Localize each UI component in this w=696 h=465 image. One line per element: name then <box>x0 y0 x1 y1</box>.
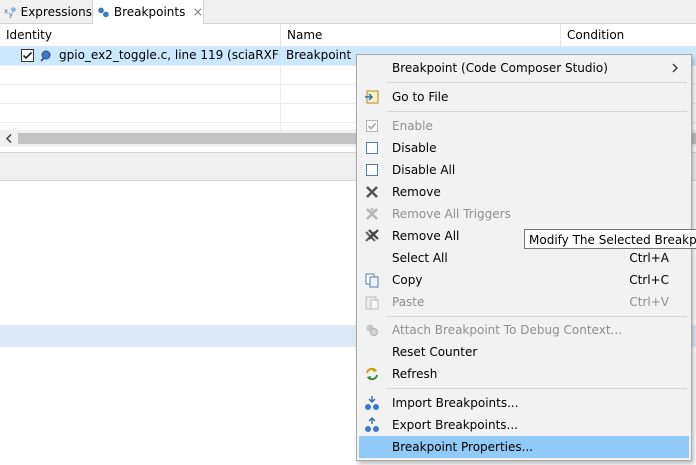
remove-triggers-icon <box>366 208 378 220</box>
remove-icon <box>366 186 378 198</box>
menu-item-disable[interactable]: Disable <box>359 137 689 159</box>
menu-item-label: Select All <box>392 251 448 265</box>
export-icon <box>365 417 379 432</box>
menu-item-remove[interactable]: Remove <box>359 181 689 203</box>
expressions-icon: x y <box>4 6 16 18</box>
remove-all-icon <box>365 229 379 242</box>
menu-item-label: Import Breakpoints... <box>392 396 519 410</box>
menu-item-refresh[interactable]: Refresh <box>359 363 689 385</box>
menu-item-label: Breakpoint (Code Composer Studio) <box>392 61 608 75</box>
menu-item-disable-all[interactable]: Disable All <box>359 159 689 181</box>
checkbox-empty-icon <box>366 164 378 176</box>
menu-item-label: Breakpoint Properties... <box>392 440 534 454</box>
menu-item-label: Remove All <box>392 229 460 243</box>
menu-item-remove-all-triggers[interactable]: Remove All Triggers <box>359 203 689 225</box>
breakpoint-identity: gpio_ex2_toggle.c, line 119 (sciaRXFIFOI… <box>59 48 280 62</box>
menu-item-label: Attach Breakpoint To Debug Context... <box>392 323 622 337</box>
column-name[interactable]: Name <box>281 24 560 46</box>
menu-item-select-all[interactable]: Select All Ctrl+A <box>359 247 689 269</box>
menu-item-label: Remove <box>392 185 441 199</box>
menu-item-label: Remove All Triggers <box>392 207 511 221</box>
menu-item-reset-counter[interactable]: Reset Counter <box>359 341 689 363</box>
menu-item-label: Copy <box>392 273 423 287</box>
checkbox-checked-icon[interactable] <box>21 49 34 62</box>
menu-item-breakpoint-properties[interactable]: Breakpoint Properties... <box>359 436 689 458</box>
column-divider <box>280 66 281 130</box>
breakpoint-name: Breakpoint <box>286 48 352 62</box>
menu-item-label: Export Breakpoints... <box>392 418 518 432</box>
scroll-left-icon[interactable] <box>4 133 14 144</box>
column-condition[interactable]: Condition <box>561 24 696 46</box>
menu-item-label: Refresh <box>392 367 438 381</box>
copy-icon <box>365 273 379 288</box>
menu-item-label: Disable All <box>392 163 456 177</box>
menu-item-breakpoint-ccs[interactable]: Breakpoint (Code Composer Studio) <box>359 57 689 79</box>
menu-item-export-breakpoints[interactable]: Export Breakpoints... <box>359 414 689 436</box>
context-menu: Breakpoint (Code Composer Studio) Go to … <box>356 54 692 461</box>
tab-expressions-label: Expressions <box>20 4 92 19</box>
close-icon[interactable] <box>193 6 203 18</box>
attach-icon <box>366 324 378 336</box>
menu-item-copy[interactable]: Copy Ctrl+C <box>359 269 689 291</box>
breakpoint-icon <box>40 50 51 62</box>
svg-text:x: x <box>4 6 8 15</box>
menu-item-go-to-file[interactable]: Go to File <box>359 86 689 108</box>
checkbox-checked-icon <box>366 120 378 132</box>
menu-item-enable[interactable]: Enable <box>359 115 689 137</box>
menu-item-label: Reset Counter <box>392 345 478 359</box>
shortcut-label: Ctrl+V <box>629 295 669 309</box>
refresh-icon <box>366 367 378 381</box>
go-to-file-icon <box>365 90 379 104</box>
column-identity[interactable]: Identity <box>0 24 280 46</box>
column-header: Identity Name Condition <box>0 24 696 47</box>
menu-item-paste[interactable]: Paste Ctrl+V <box>359 291 689 313</box>
menu-item-label: Disable <box>392 141 437 155</box>
shortcut-label: Ctrl+A <box>629 251 669 265</box>
tooltip: Modify The Selected Breakpoint <box>524 229 696 249</box>
menu-item-import-breakpoints[interactable]: Import Breakpoints... <box>359 392 689 414</box>
tab-breakpoints[interactable]: Breakpoints <box>92 0 204 24</box>
shortcut-label: Ctrl+C <box>629 273 669 287</box>
menu-item-label: Paste <box>392 295 425 309</box>
tab-breakpoints-label: Breakpoints <box>113 5 186 19</box>
view-tab-bar: x y Expressions Breakpoints <box>0 0 696 24</box>
breakpoints-icon <box>98 7 109 18</box>
menu-item-label: Go to File <box>392 90 449 104</box>
paste-icon <box>365 296 379 310</box>
chevron-right-icon <box>672 63 678 73</box>
menu-item-attach-breakpoint[interactable]: Attach Breakpoint To Debug Context... <box>359 319 689 341</box>
checkbox-empty-icon <box>366 142 378 154</box>
menu-item-label: Enable <box>392 119 433 133</box>
tab-expressions[interactable]: x y Expressions <box>0 0 92 23</box>
import-icon <box>365 396 379 410</box>
